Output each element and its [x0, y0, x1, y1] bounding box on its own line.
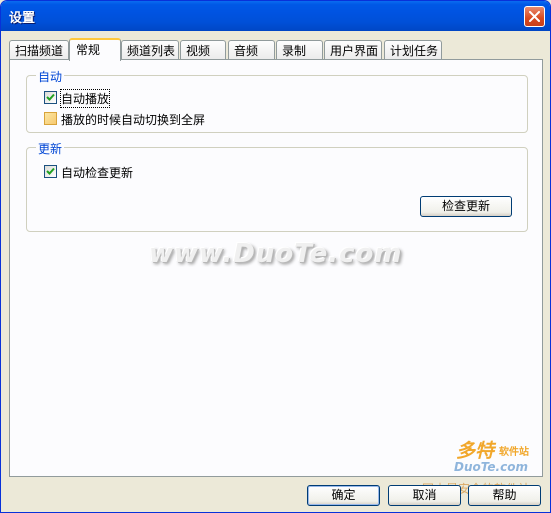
check-icon [46, 93, 55, 101]
auto-fullscreen-checkbox[interactable] [44, 112, 57, 125]
tab-scheduled-tasks[interactable]: 计划任务 [384, 40, 442, 59]
cancel-button[interactable]: 取消 [388, 485, 461, 506]
auto-group-label: 自动 [36, 68, 65, 85]
tab-channel-list[interactable]: 频道列表 [121, 40, 179, 59]
auto-play-checkbox[interactable] [44, 91, 57, 104]
tab-audio[interactable]: 音频 [228, 40, 275, 59]
auto-fullscreen-label: 播放的时候自动切换到全屏 [61, 113, 206, 127]
tab-general[interactable]: 常规 [69, 38, 121, 61]
check-update-button[interactable]: 检查更新 [420, 196, 512, 217]
check-icon [46, 167, 55, 175]
tab-scan-channels[interactable]: 扫描频道 [9, 40, 69, 59]
tab-recording[interactable]: 录制 [276, 40, 323, 59]
auto-play-label: 自动播放 [59, 89, 111, 108]
tab-video[interactable]: 视频 [180, 40, 226, 59]
auto-group: 自动 自动播放 播放的时候自动切换到全屏 [26, 68, 528, 133]
settings-dialog: 设置 扫描频道 常规 频道列表 视频 音频 录制 用户界面 计划任务 自动 自动… [0, 0, 551, 513]
close-icon [529, 11, 540, 22]
ok-button[interactable]: 确定 [307, 485, 380, 506]
update-group: 更新 自动检查更新 检查更新 [26, 140, 528, 232]
watermark-text: www.DuoTe.com [149, 239, 403, 269]
window-title: 设置 [9, 11, 36, 26]
auto-check-update-label: 自动检查更新 [61, 166, 134, 180]
help-button[interactable]: 帮助 [468, 485, 541, 506]
corner-watermark-title: 多特 [456, 440, 495, 462]
auto-check-update-checkbox[interactable] [44, 165, 57, 178]
corner-watermark-domain: DuoTe.com [454, 460, 528, 474]
title-bar[interactable]: 设置 [1, 1, 550, 31]
tab-user-interface[interactable]: 用户界面 [324, 40, 382, 59]
corner-watermark-sub: 软件站 [499, 447, 529, 458]
close-button[interactable] [524, 6, 545, 27]
update-group-label: 更新 [36, 140, 65, 157]
